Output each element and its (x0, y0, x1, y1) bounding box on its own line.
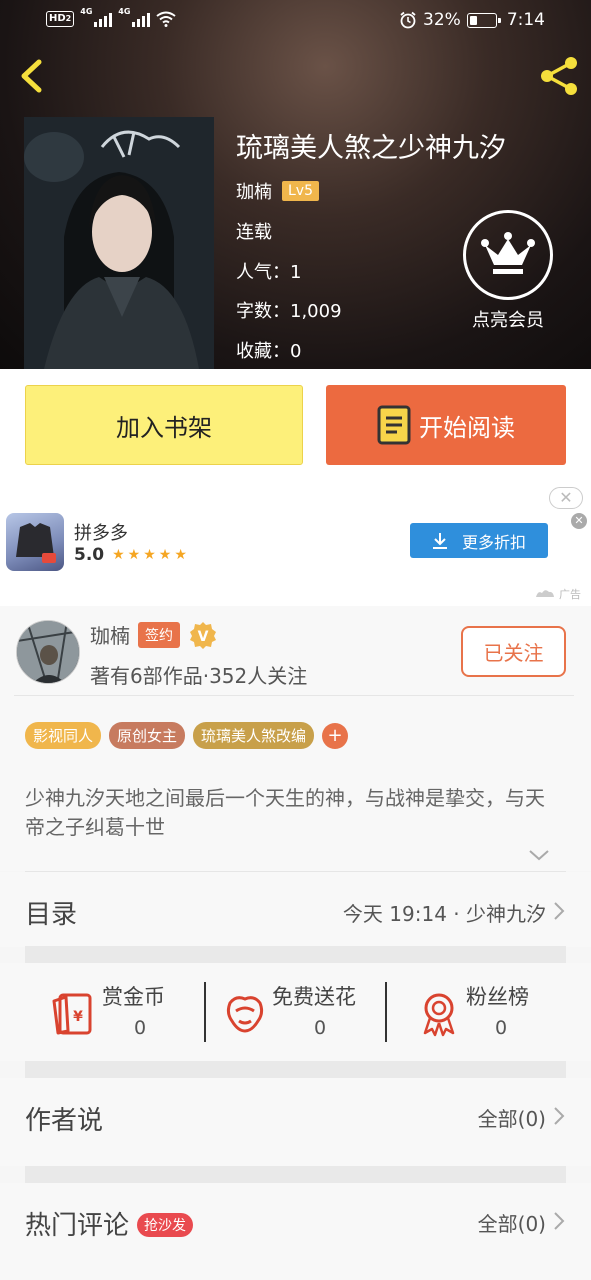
hd-badge: HD2 (46, 11, 75, 27)
section-gap (25, 946, 566, 963)
vip-button[interactable]: 点亮会员 (463, 210, 553, 331)
divider (14, 695, 574, 696)
action-bar: 加入书架 开始阅读 (0, 369, 591, 481)
section-gap (25, 1166, 566, 1183)
serial-status: 连载 (236, 222, 272, 243)
vip-label: 点亮会员 (472, 310, 544, 331)
chevron-right-icon (554, 1212, 565, 1230)
word-count-stat: 字数：1,009 (236, 301, 342, 322)
gift-divider (204, 982, 206, 1042)
clock: 7:14 (506, 10, 545, 30)
author-says-all: 全部(0) (477, 1107, 546, 1131)
free-flower-button[interactable]: 免费送花 0 (222, 981, 372, 1045)
share-icon (541, 57, 577, 95)
section-gap (25, 1061, 566, 1078)
signed-badge: 签约 (138, 621, 180, 648)
author-card: 珈楠 签约 V 著有6部作品·352人关注 已关注 影视同人 原创女主 琉璃美人煞改… (0, 606, 591, 871)
download-icon (432, 532, 447, 549)
ad-dismiss-icon[interactable]: ✕ (571, 513, 587, 529)
chevron-down-icon[interactable] (528, 848, 550, 862)
ad-app-name: 拼多多 (74, 523, 128, 544)
flower-icon (226, 996, 264, 1033)
book-author-row: 珈楠 Lv5 (236, 178, 319, 204)
crown-icon (481, 232, 535, 274)
signal-icon-2: 4G (118, 7, 151, 27)
gift-count: 0 (495, 1017, 508, 1039)
tag-list: 影视同人 原创女主 琉璃美人煞改编 + (25, 722, 349, 749)
battery-percent: 32% (423, 10, 461, 30)
hot-comments-row[interactable]: 热门评论 抢沙发 全部(0) (0, 1183, 591, 1280)
gift-divider (385, 982, 387, 1042)
ad-discount-button[interactable]: 更多折扣 (410, 523, 548, 558)
alarm-icon (400, 11, 416, 29)
ad-close-button[interactable]: ✕ (549, 487, 583, 509)
book-icon (377, 405, 411, 445)
ad-label: 广告 (534, 586, 581, 602)
add-tag-button[interactable]: + (322, 722, 349, 749)
author-says-title: 作者说 (25, 1106, 104, 1136)
favorites-stat: 收藏：0 (236, 341, 302, 362)
tag-chip[interactable]: 影视同人 (25, 722, 102, 749)
catalog-row[interactable]: 目录 今天 19:14 · 少神九汐 (0, 872, 591, 947)
battery-icon (466, 12, 501, 28)
rating-stars: ★★★★★ (112, 547, 190, 563)
catalog-title: 目录 (25, 900, 78, 930)
book-header: HD2 4G 4G 32% 7:14 琉璃美人煞之少神九汐 珈楠 Lv5 连载 … (0, 0, 591, 369)
tag-chip[interactable]: 琉璃美人煞改编 (193, 722, 315, 749)
signal-icon: 4G (80, 7, 113, 27)
wifi-icon (156, 11, 176, 27)
hot-comments-all: 全部(0) (477, 1212, 546, 1236)
start-reading-button[interactable]: 开始阅读 (326, 385, 566, 465)
ad-rating: 5.0 ★★★★★ (74, 545, 190, 565)
cover-portrait-image (24, 117, 214, 369)
gift-label: 赏金币 (102, 985, 165, 1009)
ad-app-image (6, 513, 64, 571)
author-name-row: 珈楠 签约 V (90, 620, 218, 649)
hot-comments-title: 热门评论 抢沙发 (25, 1205, 194, 1242)
avatar-image (17, 621, 79, 683)
chevron-right-icon (554, 902, 565, 920)
level-badge: Lv5 (282, 181, 319, 201)
ad-banner[interactable]: 拼多多 5.0 ★★★★★ 更多折扣 ✕ ✕ 广告 (0, 481, 591, 606)
back-button[interactable] (12, 54, 52, 98)
sofa-badge: 抢沙发 (137, 1213, 194, 1237)
catalog-latest: 今天 19:14 · 少神九汐 (342, 902, 546, 926)
gift-label: 粉丝榜 (466, 985, 529, 1009)
tag-chip[interactable]: 原创女主 (109, 722, 186, 749)
vip-circle (463, 210, 553, 300)
gift-bar: ¥ 赏金币 0 免费送花 0 粉丝榜 0 (0, 963, 591, 1061)
book-author-name[interactable]: 珈楠 (236, 178, 272, 204)
medal-icon (423, 993, 455, 1037)
book-description: 少神九汐天地之间最后一个天生的神，与战神是挚交，与天帝之子纠葛十世 (25, 786, 545, 839)
popularity-stat: 人气：1 (236, 262, 302, 283)
author-says-row[interactable]: 作者说 全部(0) (0, 1078, 591, 1166)
svg-text:V: V (198, 629, 209, 645)
ad-cloud-icon (535, 590, 554, 597)
follow-button[interactable]: 已关注 (461, 626, 566, 677)
status-bar: HD2 4G 4G 32% 7:14 (0, 0, 591, 44)
verified-v-icon: V (190, 621, 216, 649)
author-name[interactable]: 珈楠 (90, 620, 130, 649)
reward-coins-button[interactable]: ¥ 赏金币 0 (52, 981, 182, 1045)
gift-count: 0 (314, 1017, 327, 1039)
fan-rank-button[interactable]: 粉丝榜 0 (416, 981, 546, 1045)
jacket-image (16, 523, 56, 563)
gift-label: 免费送花 (272, 985, 356, 1009)
avatar[interactable] (16, 620, 80, 684)
add-to-shelf-button[interactable]: 加入书架 (25, 385, 303, 465)
chevron-right-icon (554, 1107, 565, 1125)
author-stats: 著有6部作品·352人关注 (90, 664, 308, 688)
book-title: 琉璃美人煞之少神九汐 (236, 133, 506, 164)
red-envelope-icon: ¥ (52, 993, 92, 1035)
svg-text:¥: ¥ (73, 1009, 83, 1025)
chevron-left-icon (21, 59, 42, 93)
book-cover (24, 117, 214, 369)
share-button[interactable] (535, 54, 583, 98)
gift-count: 0 (134, 1017, 147, 1039)
